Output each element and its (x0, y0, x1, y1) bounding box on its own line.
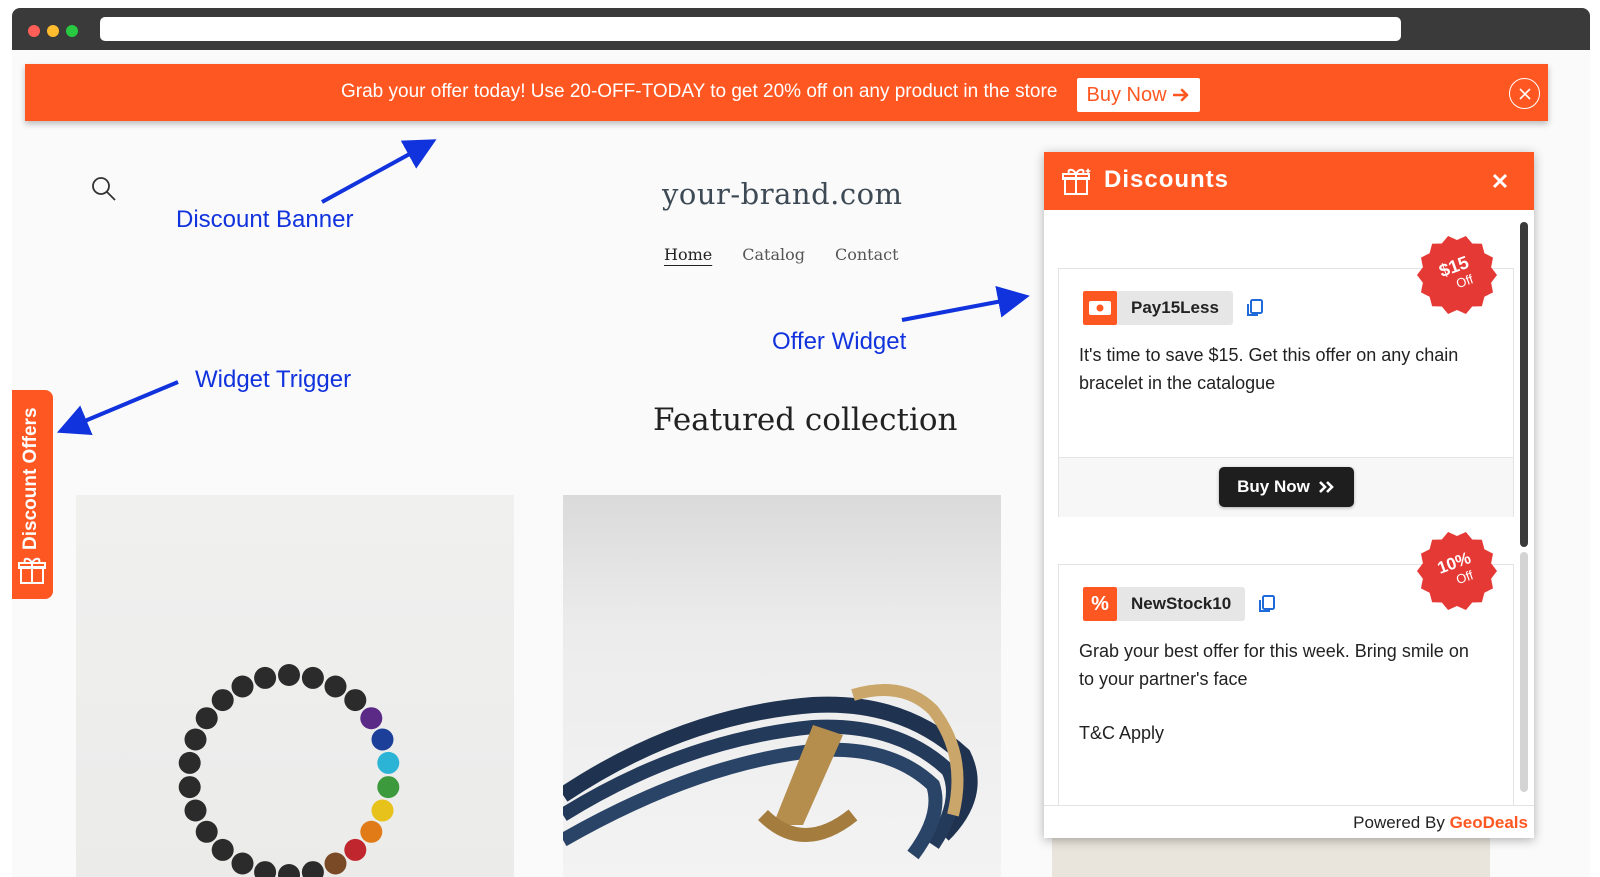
annotation-offer-widget: Offer Widget (772, 328, 907, 355)
bracelet-bead (360, 707, 383, 730)
bracelet-bead (184, 728, 207, 751)
banner-buy-now-button[interactable]: Buy Now (1077, 78, 1200, 112)
widget-trigger-label: Discount Offers (20, 407, 41, 550)
annotation-widget-trigger: Widget Trigger (195, 366, 352, 393)
store-nav: Home Catalog Contact (664, 245, 899, 264)
bracelet-bead (371, 799, 394, 822)
gift-icon (18, 557, 46, 584)
nav-contact[interactable]: Contact (835, 245, 899, 264)
bracelet-bead (344, 689, 367, 712)
offer-buy-now-button[interactable]: Buy Now (1219, 467, 1354, 507)
offer-terms: T&C Apply (1079, 723, 1165, 743)
bracelet-bead (278, 664, 300, 686)
anchor-bracelet-image (563, 684, 978, 860)
bracelet-bead (211, 838, 234, 861)
bracelet-bead (254, 861, 277, 877)
close-window-button[interactable] (28, 25, 40, 37)
widget-footer: Powered By GeoDeals (1044, 805, 1534, 838)
minimize-window-button[interactable] (47, 25, 59, 37)
discount-badge: 10% Off (1417, 532, 1497, 610)
copy-icon[interactable] (1257, 594, 1277, 614)
bracelet-bead (231, 675, 254, 698)
powered-by-text: Powered By GeoDeals (1353, 813, 1528, 833)
coupon-row: Pay15Less (1083, 291, 1265, 325)
close-icon (1518, 87, 1531, 100)
annotation-discount-banner: Discount Banner (176, 206, 354, 233)
close-icon (1492, 173, 1508, 189)
cash-icon (1083, 291, 1117, 325)
double-chevron-right-icon (1318, 481, 1334, 493)
bracelet-bead (254, 666, 277, 689)
product-card-anchor-bracelet[interactable] (563, 495, 1001, 877)
widget-offer-list: Pay15Less It's time to save $15. Get thi… (1044, 210, 1534, 805)
maximize-window-button[interactable] (66, 25, 78, 37)
arrow-to-banner (321, 139, 437, 204)
arrow-to-trigger (56, 380, 179, 436)
powered-by-brand-link[interactable]: GeoDeals (1450, 813, 1528, 832)
offer-description: It's time to save $15. Get this offer on… (1079, 345, 1459, 393)
bracelet-bead (301, 861, 324, 877)
beaded-bracelet-image (178, 664, 400, 877)
product-card-lava-bracelet[interactable] (76, 495, 514, 877)
coupon-row: % NewStock10 (1083, 587, 1277, 621)
search-icon[interactable] (90, 175, 118, 203)
nav-home[interactable]: Home (664, 245, 712, 264)
offer-description: Grab your best offer for this week. Brin… (1079, 641, 1469, 689)
coupon-code[interactable]: Pay15Less (1117, 291, 1233, 325)
discount-badge: $15 Off (1417, 236, 1497, 314)
percent-icon: % (1083, 587, 1117, 621)
offer-card-footer: Buy Now (1059, 457, 1513, 517)
bracelet-bead (195, 820, 218, 843)
bracelet-bead (344, 838, 367, 861)
widget-trigger-button[interactable]: Discount Offers (12, 390, 53, 599)
store-page: Grab your offer today! Use 20-OFF-TODAY … (12, 50, 1590, 877)
bracelet-bead (211, 689, 234, 712)
address-bar[interactable] (100, 17, 1401, 41)
offer-buy-now-label: Buy Now (1237, 477, 1310, 496)
bracelet-bead (278, 864, 300, 877)
bracelet-bead (371, 728, 394, 751)
widget-scrollbar-thumb[interactable] (1520, 222, 1528, 547)
bracelet-bead (324, 852, 347, 875)
gift-icon (1062, 168, 1091, 195)
bracelet-bead (231, 852, 254, 875)
bracelet-bead (324, 675, 347, 698)
browser-window-bar (12, 8, 1590, 50)
bracelet-bead (178, 751, 201, 774)
banner-close-button[interactable] (1509, 78, 1540, 109)
bracelet-bead (301, 666, 324, 689)
offer-widget: Discounts Pay15Less It's time to save $1… (1044, 152, 1534, 838)
bracelet-bead (377, 751, 400, 774)
widget-header: Discounts (1044, 152, 1534, 210)
bracelet-bead (360, 820, 383, 843)
arrow-right-icon (1172, 88, 1188, 102)
arrow-to-widget (901, 286, 1030, 322)
coupon-code[interactable]: NewStock10 (1117, 587, 1246, 621)
nav-catalog[interactable]: Catalog (742, 245, 805, 264)
discount-banner: Grab your offer today! Use 20-OFF-TODAY … (25, 64, 1548, 121)
widget-scrollbar-track[interactable] (1520, 552, 1528, 792)
banner-message: Grab your offer today! Use 20-OFF-TODAY … (341, 81, 1058, 102)
powered-by-prefix: Powered By (1353, 813, 1445, 832)
store-brand[interactable]: your-brand.com (662, 177, 903, 211)
widget-close-button[interactable] (1492, 168, 1508, 196)
bracelet-bead (377, 776, 400, 799)
bracelet-bead (178, 776, 201, 799)
copy-icon[interactable] (1245, 298, 1265, 318)
bracelet-bead (184, 799, 207, 822)
bracelet-bead (195, 707, 218, 730)
featured-collection-title: Featured collection (653, 402, 958, 438)
banner-buy-now-label: Buy Now (1086, 83, 1167, 106)
widget-title: Discounts (1104, 166, 1230, 193)
